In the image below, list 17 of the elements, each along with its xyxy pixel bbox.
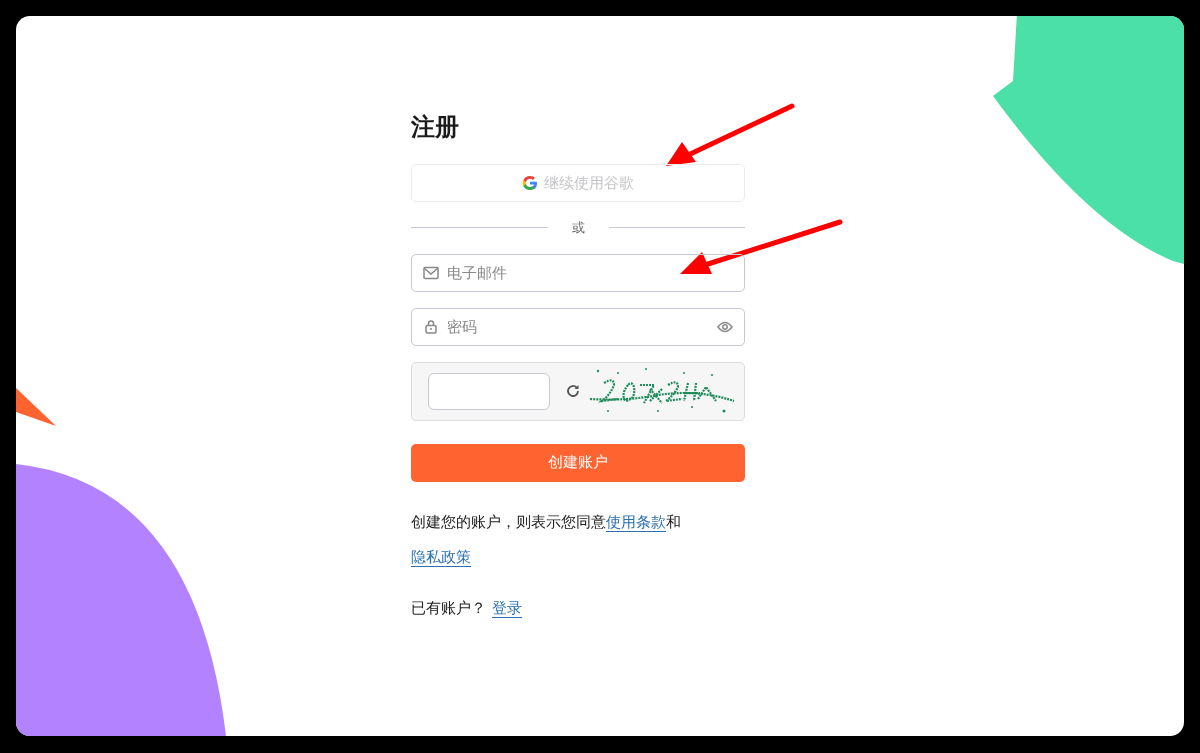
- eye-icon[interactable]: [717, 320, 733, 333]
- refresh-icon[interactable]: [566, 384, 580, 398]
- lock-icon: [424, 318, 438, 334]
- email-field[interactable]: 电子邮件: [411, 253, 745, 292]
- password-field[interactable]: 密码: [411, 307, 745, 346]
- divider-text: 或: [570, 219, 586, 237]
- terms-text: 创建您的账户，则表示您同意使用条款和 隐私政策: [411, 511, 682, 567]
- privacy-link[interactable]: 隐私政策: [411, 547, 471, 565]
- login-prompt: 已有账户？ 登录: [411, 597, 523, 618]
- login-link[interactable]: 登录: [492, 598, 522, 616]
- captcha-input[interactable]: [428, 372, 550, 410]
- terms-link[interactable]: 使用条款: [606, 512, 666, 530]
- google-icon: [522, 175, 538, 191]
- decorative-shape: [16, 388, 56, 428]
- page-title: 注册: [411, 112, 460, 142]
- create-account-button[interactable]: 创建账户: [411, 443, 745, 482]
- mail-icon: [423, 265, 439, 280]
